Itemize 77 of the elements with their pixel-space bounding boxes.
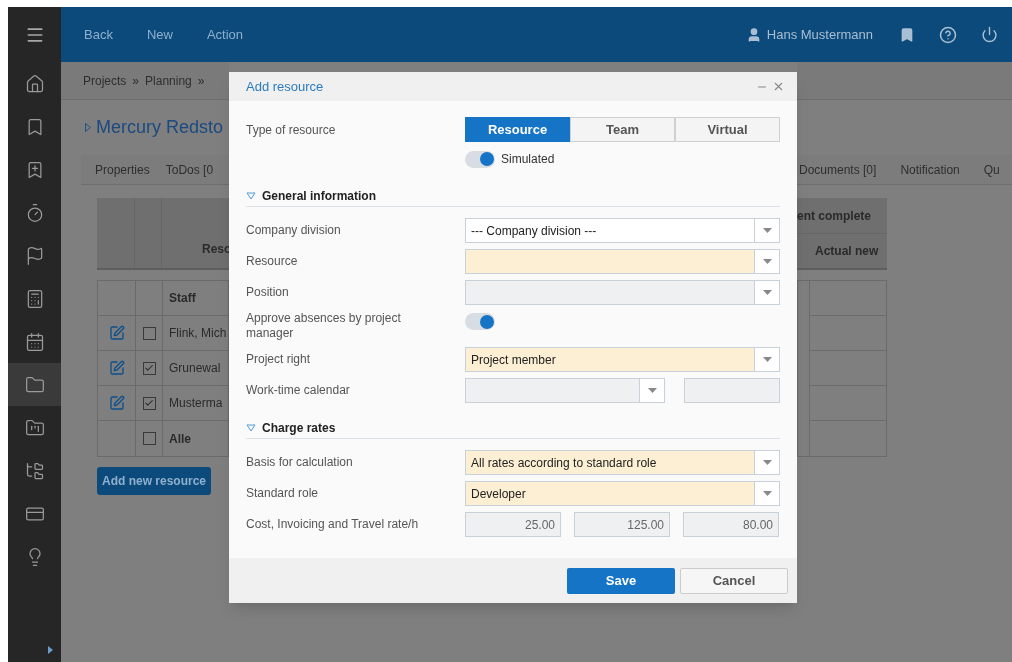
power-icon[interactable]	[981, 26, 998, 43]
edit-icon[interactable]	[108, 325, 125, 341]
dialog-title: Add resource	[246, 77, 324, 96]
dropdown-field[interactable]: --- Company division ---	[465, 218, 780, 243]
field-label: Company division	[246, 223, 342, 238]
tab[interactable]: Notification	[900, 160, 960, 179]
caret-icon	[762, 491, 772, 496]
bookmark-icon[interactable]	[899, 26, 915, 43]
toggle-label: Simulated	[501, 151, 555, 168]
top-menu-item[interactable]: New	[146, 24, 173, 45]
dropdown-field[interactable]	[465, 249, 780, 274]
field-label: Work-time calendar	[246, 383, 351, 398]
caret-icon	[762, 460, 772, 465]
toggle-switch[interactable]	[465, 150, 495, 168]
expand-arrow-icon[interactable]	[48, 646, 53, 654]
check-icon	[144, 398, 154, 408]
triangle-icon	[246, 192, 256, 200]
checkbox[interactable]	[142, 432, 156, 445]
table-cell-text: Grunewal	[168, 360, 222, 377]
caret-icon	[647, 388, 657, 393]
breadcrumb-link[interactable]: Planning	[145, 71, 192, 90]
user-name[interactable]: Hans Mustermann	[766, 24, 873, 45]
segment-tab[interactable]: Virtual	[675, 117, 780, 142]
folder-chart-icon	[24, 417, 45, 438]
field-label: Type of resource	[246, 121, 337, 139]
project-title: Mercury Redsto	[96, 116, 224, 139]
field-label: Basis for calculation	[246, 455, 354, 470]
section-header[interactable]: General information	[246, 187, 780, 207]
field-label: Standard role	[246, 486, 320, 501]
caret-icon	[762, 290, 772, 295]
checkbox[interactable]	[142, 326, 156, 340]
toggle-switch[interactable]	[465, 313, 495, 330]
table-cell-text: Musterma	[168, 395, 224, 412]
caret-icon	[762, 259, 772, 264]
breadcrumb-separator: »	[197, 72, 205, 90]
dropdown-field[interactable]: All rates according to standard role	[465, 450, 780, 475]
triangle-icon	[246, 424, 256, 432]
calendar-icon	[24, 331, 45, 352]
segment-tab[interactable]: Resource	[465, 117, 570, 142]
field-label: Approve absences by project manager	[246, 311, 402, 341]
column-header: Actual new	[814, 243, 880, 260]
tab[interactable]: Documents [0]	[799, 160, 877, 179]
tab[interactable]: ToDos [0	[165, 160, 214, 179]
close-icon[interactable]	[772, 80, 785, 93]
edit-icon[interactable]	[108, 360, 125, 376]
triangle-icon[interactable]	[85, 123, 91, 132]
caret-icon	[762, 357, 772, 362]
breadcrumb-link[interactable]: Projects	[83, 71, 127, 90]
field-label: Position	[246, 285, 290, 300]
dropdown-field[interactable]: Project member	[465, 347, 780, 372]
table-cell-text: Flink, Mich	[168, 325, 228, 342]
save-button[interactable]: Save	[567, 567, 675, 594]
add-resource-button[interactable]: Add new resource	[97, 467, 212, 495]
dropdown-field[interactable]: Developer	[465, 481, 780, 506]
folder-tree-icon	[24, 460, 45, 481]
home-icon	[24, 73, 45, 94]
section-header[interactable]: Charge rates	[246, 419, 780, 439]
sidebar-item[interactable]	[8, 363, 61, 406]
cancel-button[interactable]: Cancel	[680, 567, 788, 594]
segment-tab[interactable]: Team	[570, 117, 675, 142]
field-label: Resource	[246, 254, 299, 269]
edit-icon[interactable]	[108, 395, 125, 411]
field-label: Project right	[246, 352, 312, 367]
tab[interactable]: Qu	[983, 160, 1000, 179]
check-icon	[144, 363, 154, 373]
checkbox[interactable]	[142, 361, 156, 375]
top-menu-item[interactable]: Action	[206, 24, 244, 45]
folder-icon	[24, 374, 45, 395]
top-menu-item[interactable]: Back	[84, 24, 113, 45]
checkbox[interactable]	[142, 396, 156, 410]
table-cell-text: Alle	[168, 430, 192, 448]
caret-icon	[762, 228, 772, 233]
tab[interactable]: Properties	[95, 160, 150, 179]
field-label: Cost, Invoicing and Travel rate/h	[246, 517, 420, 532]
breadcrumb-separator: »	[132, 72, 140, 90]
column-header: Staff	[168, 290, 197, 307]
help-icon[interactable]	[939, 25, 957, 44]
